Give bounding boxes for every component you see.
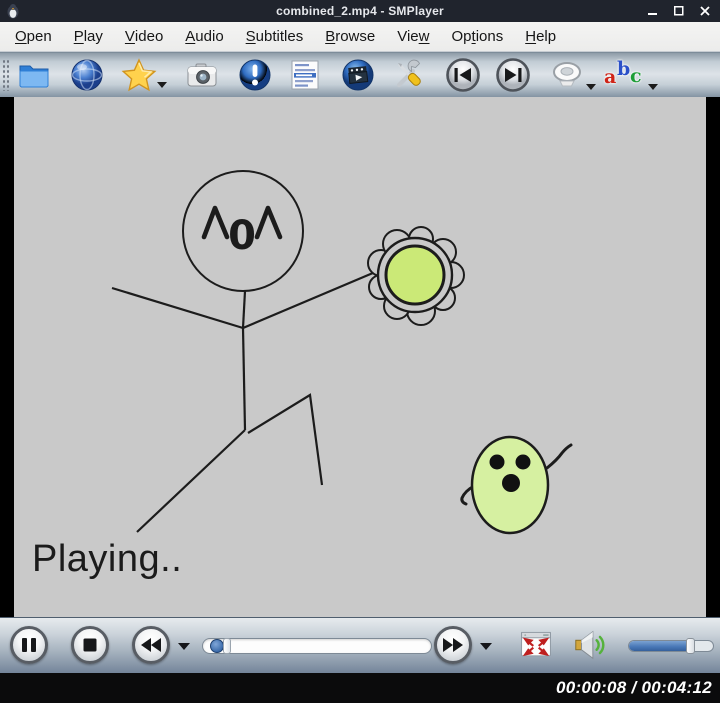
menu-browse[interactable]: Browse [314,22,386,51]
favorites-button[interactable] [121,57,157,93]
pause-icon [19,636,39,654]
video-area: 0 [0,97,720,617]
maximize-button[interactable] [672,4,686,18]
volume-slider[interactable] [628,640,714,652]
seek-slider[interactable] [202,638,432,654]
minimize-button[interactable] [646,4,660,18]
screenshot-button[interactable] [184,57,220,93]
menubar: OpenPlayVideoAudioSubtitlesBrowseViewOpt… [0,22,720,52]
time-display: 00:00:08 / 00:04:12 [556,678,712,698]
close-button[interactable] [698,4,712,18]
info-icon [238,58,272,92]
fast-forward-icon [441,636,465,654]
folder-icon [17,60,51,90]
previous-button[interactable] [445,57,481,93]
face-mouth-zero: 0 [228,213,256,259]
maximize-icon [674,6,684,16]
titlebar[interactable]: combined_2.mp4 - SMPlayer [0,0,720,22]
open-file-button[interactable] [16,57,52,93]
menu-view[interactable]: View [386,22,440,51]
globe-icon [70,58,104,92]
open-url-button[interactable] [69,57,105,93]
seek-handle[interactable] [210,639,224,653]
menu-subtitles[interactable]: Subtitles [235,22,315,51]
tools-icon [391,58,425,92]
abc-subtitles-icon: a b c [602,58,646,92]
chevron-down-icon[interactable] [178,643,190,650]
seek-track[interactable] [202,638,432,654]
forward-button[interactable] [434,626,472,664]
star-icon [121,58,157,92]
volume-handle[interactable] [686,638,695,654]
next-track-icon [495,57,531,93]
fullscreen-button[interactable] [518,627,554,663]
chevron-down-icon[interactable] [648,84,658,90]
clapperboard-icon [341,58,375,92]
video-settings-button[interactable] [340,57,376,93]
speaker-oval-icon [549,59,585,91]
audio-track-button[interactable] [549,57,585,93]
volume-icon [572,627,608,663]
window-title: combined_2.mp4 - SMPlayer [0,4,720,18]
toolbar: a b c [0,52,720,97]
chevron-down-icon[interactable] [586,84,596,90]
menu-audio[interactable]: Audio [174,22,234,51]
volume-fill [629,641,690,651]
subtitles-button[interactable]: a b c [602,57,646,93]
menu-options[interactable]: Options [441,22,515,51]
mute-button[interactable] [572,627,608,663]
seek-handle-grip[interactable] [223,638,231,654]
flower [368,227,464,325]
menu-play[interactable]: Play [63,22,114,51]
stop-button[interactable] [71,626,109,664]
minimize-icon [648,6,658,16]
egg-character [462,437,571,533]
chevron-down-icon[interactable] [480,643,492,650]
information-button[interactable] [237,57,273,93]
chevron-down-icon[interactable] [157,82,167,88]
fullscreen-icon [518,628,554,662]
playlist-button[interactable] [287,57,323,93]
camera-icon [185,60,219,90]
status-bar: 00:00:08 / 00:04:12 [0,673,720,703]
playlist-icon [289,59,321,91]
smplayer-window: combined_2.mp4 - SMPlayer OpenPlayVideoA… [0,0,720,703]
menu-open[interactable]: Open [4,22,63,51]
pause-button[interactable] [10,626,48,664]
next-button[interactable] [495,57,531,93]
rewind-icon [139,636,163,654]
menu-help[interactable]: Help [514,22,567,51]
menu-video[interactable]: Video [114,22,174,51]
video-frame[interactable]: 0 [14,97,706,617]
toolbar-grip[interactable] [2,59,10,91]
preferences-button[interactable] [390,57,426,93]
stop-icon [81,636,99,654]
close-icon [700,6,710,16]
control-bar [0,617,720,673]
previous-track-icon [445,57,481,93]
video-caption: Playing.. [32,538,182,581]
rewind-button[interactable] [132,626,170,664]
